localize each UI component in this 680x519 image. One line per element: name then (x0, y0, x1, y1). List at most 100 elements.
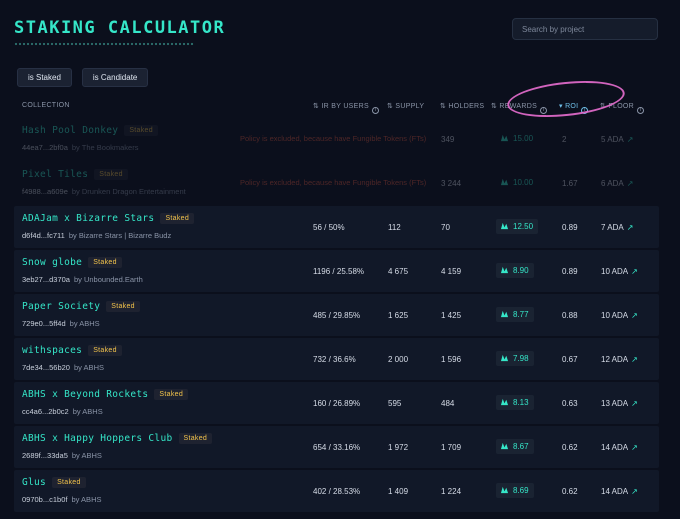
policy-id: d6f4d...fc711 (22, 231, 65, 240)
external-link-icon[interactable]: ↗ (631, 487, 638, 496)
status-badge: Staked (94, 169, 128, 180)
roi-value: 0.62 (562, 487, 578, 496)
creator-label: by Bizarre Stars | Bizarre Budz (68, 231, 172, 240)
holders-value: 1 425 (441, 311, 462, 320)
roi-value: 0.89 (562, 267, 578, 276)
search-input[interactable]: Search by project (512, 18, 658, 40)
collection-name[interactable]: ADAJam x Bizarre Stars Staked (22, 213, 195, 224)
reward-token-icon (500, 442, 509, 450)
ir-value: 160 / 26.89% (313, 399, 361, 408)
column-ir[interactable]: ⇅ IR BY USERS i (313, 102, 379, 114)
creator-label: by ABHS (72, 407, 103, 416)
table-row[interactable]: ABHS x Happy Hoppers Club Staked 2689f...3… (14, 426, 659, 468)
roi-value: 0.62 (562, 443, 578, 452)
policy-id: cc4a6...2b0c2 (22, 407, 69, 416)
title-underline-dots (14, 42, 194, 46)
reward-token-icon (500, 178, 509, 186)
info-icon[interactable]: i (371, 107, 379, 114)
external-link-icon[interactable]: ↗ (631, 355, 638, 364)
roi-value: 0.67 (562, 355, 578, 364)
collection-name[interactable]: Glus Staked (22, 477, 86, 488)
page-title: STAKING CALCULATOR (14, 18, 226, 38)
external-link-icon[interactable]: ↗ (627, 223, 634, 232)
floor-value: 5 ADA ↗ (601, 135, 634, 144)
policy-id: 729e0...5ff4d (22, 319, 66, 328)
info-icon[interactable]: i (637, 107, 645, 114)
creator-label: by ABHS (73, 363, 104, 372)
reward-token-icon (500, 310, 509, 318)
table-row[interactable]: Hash Pool Donkey Staked 44ea7...2bf0a by Th… (14, 118, 659, 160)
ir-value: 485 / 29.85% (313, 311, 361, 320)
external-link-icon[interactable]: ↗ (631, 399, 638, 408)
column-supply[interactable]: ⇅ SUPPLY (387, 102, 424, 110)
column-holders[interactable]: ⇅ HOLDERS (440, 102, 484, 110)
external-link-icon[interactable]: ↗ (631, 443, 638, 452)
reward-token-icon (500, 398, 509, 406)
ir-value: 56 / 50% (313, 223, 345, 232)
reward-token-icon (500, 222, 509, 230)
supply-value: 4 675 (388, 267, 409, 276)
holders-value: 1 596 (441, 355, 462, 364)
table-row[interactable]: Paper Society Staked 729e0...5ff4d by ABHS 4… (14, 294, 659, 336)
floor-value: 14 ADA ↗ (601, 443, 638, 452)
column-collection[interactable]: COLLECTION (22, 102, 70, 109)
reward-token-icon (500, 354, 509, 362)
floor-value: 6 ADA ↗ (601, 179, 634, 188)
collection-name[interactable]: Snow globe Staked (22, 257, 122, 268)
collection-subtitle: 0970b...c1b0f by ABHS (22, 495, 101, 504)
policy-id: 3eb27...d370a (22, 275, 70, 284)
ir-value: 654 / 33.16% (313, 443, 361, 452)
ir-value: 402 / 28.53% (313, 487, 361, 496)
exclusion-warning: Policy is excluded, because have Fungibl… (240, 178, 427, 187)
table-row[interactable]: Glus Staked 0970b...c1b0f by ABHS 402 / 28.5… (14, 470, 659, 512)
external-link-icon[interactable]: ↗ (631, 267, 638, 276)
collection-name[interactable]: Pixel Tiles Staked (22, 169, 128, 180)
table-row[interactable]: withspaces Staked 7de34...56b20 by ABHS 732 … (14, 338, 659, 380)
collection-subtitle: 729e0...5ff4d by ABHS (22, 319, 100, 328)
holders-value: 349 (441, 135, 455, 144)
external-link-icon[interactable]: ↗ (627, 179, 634, 188)
annotation-highlight-circle (505, 75, 627, 123)
collection-subtitle: d6f4d...fc711 by Bizarre Stars | Bizarre … (22, 231, 171, 240)
filter-is-candidate[interactable]: is Candidate (81, 68, 149, 87)
holders-value: 1 709 (441, 443, 462, 452)
external-link-icon[interactable]: ↗ (631, 311, 638, 320)
creator-label: by ABHS (69, 319, 100, 328)
collection-subtitle: 2689f...33da5 by ABHS (22, 451, 102, 460)
status-badge: Staked (154, 389, 189, 400)
table-row[interactable]: ABHS x Beyond Rockets Staked cc4a6...2b0c2… (14, 382, 659, 424)
filter-is-staked[interactable]: is Staked (17, 68, 72, 87)
roi-value: 0.63 (562, 399, 578, 408)
collection-subtitle: f4988...a609e by Drunken Dragon Entertain… (22, 187, 186, 196)
reward-token-icon (500, 266, 509, 274)
holders-value: 4 159 (441, 267, 462, 276)
holders-value: 1 224 (441, 487, 462, 496)
supply-value: 2 000 (388, 355, 409, 364)
table-row[interactable]: Pixel Tiles Staked f4988...a609e by Drunken… (14, 162, 659, 204)
reward-token-icon (500, 486, 509, 494)
status-badge: Staked (88, 345, 122, 356)
collection-name[interactable]: ABHS x Beyond Rockets Staked (22, 389, 189, 400)
status-badge: Staked (52, 477, 86, 488)
reward-value: 12.50 (496, 219, 539, 234)
table-row[interactable]: ADAJam x Bizarre Stars Staked d6f4d...fc71… (14, 206, 659, 248)
supply-value: 595 (388, 399, 402, 408)
app-header: STAKING CALCULATOR (14, 18, 226, 46)
reward-value: 8.67 (496, 439, 534, 454)
roi-value: 2 (562, 135, 567, 144)
policy-id: 2689f...33da5 (22, 451, 68, 460)
policy-id: 7de34...56b20 (22, 363, 70, 372)
reward-value: 10.00 (496, 175, 538, 190)
supply-value: 1 409 (388, 487, 409, 496)
collection-name[interactable]: Paper Society Staked (22, 301, 140, 312)
supply-value: 1 625 (388, 311, 409, 320)
reward-value: 7.98 (496, 351, 534, 366)
collection-name[interactable]: Hash Pool Donkey Staked (22, 125, 158, 136)
collection-name[interactable]: ABHS x Happy Hoppers Club Staked (22, 433, 213, 444)
reward-token-icon (500, 134, 509, 142)
table-row[interactable]: Snow globe Staked 3eb27...d370a by Unbounde… (14, 250, 659, 292)
collection-subtitle: 44ea7...2bf0a by The Bookmakers (22, 143, 138, 152)
external-link-icon[interactable]: ↗ (627, 135, 634, 144)
creator-label: by Unbounded.Earth (73, 275, 143, 284)
collection-name[interactable]: withspaces Staked (22, 345, 122, 356)
